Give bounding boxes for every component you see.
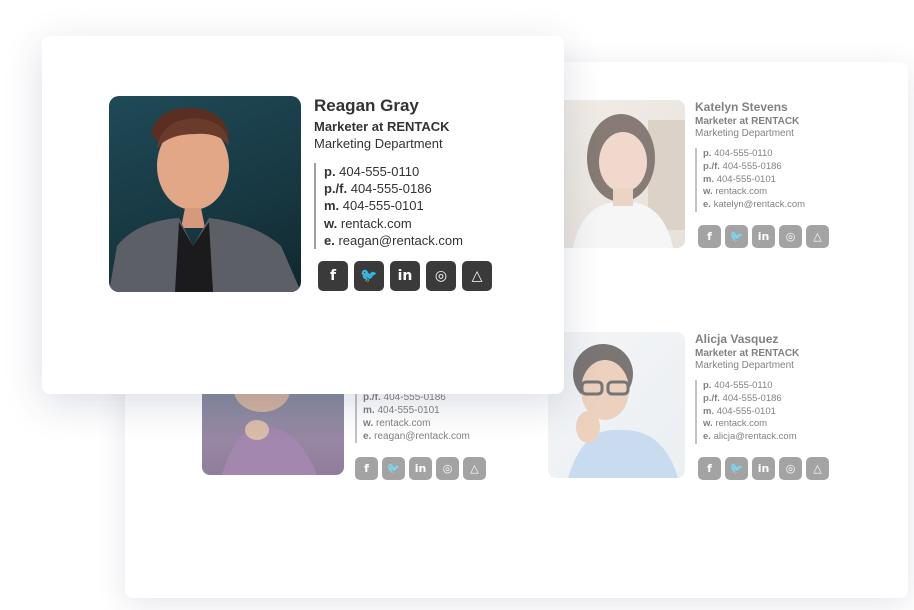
contact-label: p./f.	[324, 181, 348, 197]
contact-label: w.	[324, 215, 338, 231]
contact-row: w. rentack.com	[703, 186, 805, 199]
contact-row: m. 404-555-0101	[703, 174, 805, 187]
contact-value[interactable]: rentack.com	[713, 418, 767, 429]
twitter-icon[interactable]: 🐦	[725, 457, 748, 480]
contact-row: p. 404-555-0110	[703, 380, 799, 393]
social-row-reagan-back: f 🐦 in ◎ △	[355, 457, 486, 480]
contact-row: w. rentack.com	[703, 418, 799, 431]
contact-label: w.	[703, 186, 713, 198]
contact-value[interactable]: 404-555-0110	[711, 380, 772, 391]
avatar-alicja	[548, 332, 685, 478]
contact-value[interactable]: rentack.com	[337, 216, 412, 231]
social-row-katelyn: f 🐦 in ◎ △	[698, 225, 829, 248]
linkedin-icon[interactable]: in	[390, 261, 420, 291]
contact-label: m.	[703, 405, 715, 417]
contact-row: p. 404-555-0110	[703, 148, 805, 161]
info-alicja: Alicja Vasquez Marketer at RENTACK Marke…	[695, 332, 799, 444]
contact-value[interactable]: katelyn@rentack.com	[711, 199, 806, 210]
contact-value[interactable]: 404-555-0110	[711, 148, 772, 159]
contacts-reagan-back: p./f. 404-555-0186 m. 404-555-0101 w. rent…	[355, 391, 470, 443]
contact-row: p./f. 404-555-0186	[703, 393, 799, 406]
title-alicja: Marketer at RENTACK	[695, 348, 800, 359]
twitter-icon[interactable]: 🐦	[382, 457, 405, 480]
contact-row: m. 404-555-0101	[703, 406, 799, 419]
title-reagan: Marketer at RENTACK	[314, 119, 450, 134]
contact-row: e. reagan@rentack.com	[324, 232, 463, 249]
contact-row: e. alicja@rentack.com	[703, 431, 799, 444]
signature-alicja: Alicja Vasquez Marketer at RENTACK Marke…	[548, 330, 868, 490]
name-alicja: Alicja Vasquez	[695, 332, 779, 346]
name-katelyn: Katelyn Stevens	[695, 100, 788, 114]
contact-label: w.	[363, 418, 374, 429]
contact-label: e.	[324, 232, 335, 248]
department-alicja: Marketing Department	[695, 360, 794, 371]
facebook-icon[interactable]: f	[355, 457, 378, 480]
contact-row: p./f. 404-555-0186	[703, 161, 805, 174]
contact-value[interactable]: reagan@rentack.com	[335, 233, 462, 248]
contact-value[interactable]: 404-555-0186	[720, 393, 782, 404]
contact-label: e.	[703, 199, 711, 211]
facebook-icon[interactable]: f	[698, 457, 721, 480]
front-signature-card: Reagan Gray Marketer at RENTACK Marketin…	[42, 36, 564, 394]
department-katelyn: Marketing Department	[695, 128, 794, 139]
contact-row: e. katelyn@rentack.com	[703, 199, 805, 212]
contact-label: p./f.	[703, 392, 720, 404]
instagram-icon[interactable]: ◎	[779, 457, 802, 480]
info-katelyn: Katelyn Stevens Marketer at RENTACK Mark…	[695, 100, 805, 212]
contact-label: m.	[363, 405, 375, 416]
contact-row: e. reagan@rentack.com	[363, 430, 470, 443]
contact-label: m.	[324, 198, 340, 214]
contact-row: w. rentack.com	[363, 417, 470, 430]
contact-value[interactable]: reagan@rentack.com	[371, 431, 470, 442]
contact-value[interactable]: 404-555-0101	[375, 405, 439, 416]
contact-row: m. 404-555-0101	[363, 404, 470, 417]
instagram-icon[interactable]: ◎	[426, 261, 456, 291]
contact-value[interactable]: rentack.com	[713, 186, 767, 197]
contact-value[interactable]: 404-555-0110	[336, 164, 419, 179]
linkedin-icon[interactable]: in	[752, 457, 775, 480]
instagram-icon[interactable]: ◎	[779, 225, 802, 248]
department-reagan: Marketing Department	[314, 136, 443, 151]
contact-value[interactable]: rentack.com	[373, 418, 430, 429]
contacts-katelyn: p. 404-555-0110 p./f. 404-555-0186 m. 404-…	[695, 148, 805, 212]
contact-label: p./f.	[703, 160, 720, 172]
name-reagan: Reagan Gray	[314, 96, 419, 115]
contact-value[interactable]: 404-555-0101	[714, 174, 776, 185]
info-reagan: Reagan Gray Marketer at RENTACK Marketin…	[314, 96, 463, 250]
contact-value[interactable]: 404-555-0186	[720, 161, 782, 172]
contact-label: p.	[324, 164, 336, 179]
contact-value[interactable]: 404-555-0101	[714, 406, 776, 417]
contact-label: m.	[703, 173, 715, 185]
contact-row: p. 404-555-0110	[324, 163, 463, 180]
airbnb-icon[interactable]: △	[806, 457, 829, 480]
contacts-alicja: p. 404-555-0110 p./f. 404-555-0186 m. 404-…	[695, 380, 799, 444]
airbnb-icon[interactable]: △	[462, 261, 492, 291]
signature-reagan-back: p./f. 404-555-0186 m. 404-555-0101 w. rent…	[200, 385, 500, 485]
contact-value[interactable]: alicja@rentack.com	[711, 431, 797, 442]
twitter-icon[interactable]: 🐦	[725, 225, 748, 248]
twitter-icon[interactable]: 🐦	[354, 261, 384, 291]
contact-label: w.	[703, 418, 713, 430]
contact-row: w. rentack.com	[324, 215, 463, 232]
contact-value[interactable]: 404-555-0101	[339, 198, 424, 213]
title-katelyn: Marketer at RENTACK	[695, 116, 800, 127]
contacts-reagan: p. 404-555-0110 p./f. 404-555-0186 m. 404-…	[314, 163, 463, 250]
social-row-alicja: f 🐦 in ◎ △	[698, 457, 829, 480]
contact-row: m. 404-555-0101	[324, 197, 463, 214]
signature-katelyn: Katelyn Stevens Marketer at RENTACK Mark…	[563, 98, 863, 258]
facebook-icon[interactable]: f	[698, 225, 721, 248]
instagram-icon[interactable]: ◎	[436, 457, 459, 480]
contact-label: e.	[703, 431, 711, 443]
contact-value[interactable]: 404-555-0186	[347, 181, 432, 196]
airbnb-icon[interactable]: △	[463, 457, 486, 480]
avatar-katelyn	[563, 100, 685, 248]
contact-row: p./f. 404-555-0186	[324, 180, 463, 197]
avatar-reagan-back	[202, 385, 344, 475]
linkedin-icon[interactable]: in	[409, 457, 432, 480]
airbnb-icon[interactable]: △	[806, 225, 829, 248]
linkedin-icon[interactable]: in	[752, 225, 775, 248]
facebook-icon[interactable]: f	[318, 261, 348, 291]
social-row-reagan: f 🐦 in ◎ △	[318, 261, 492, 291]
avatar-reagan	[109, 96, 301, 292]
